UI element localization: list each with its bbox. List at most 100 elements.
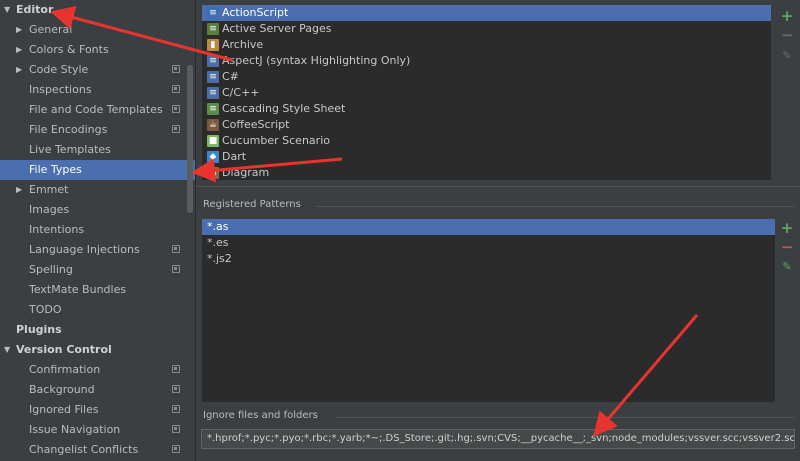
chevron-down-icon[interactable]: ▼	[4, 340, 10, 360]
sidebar-item-images[interactable]: Images	[0, 200, 195, 220]
sidebar-item-label: Live Templates	[29, 143, 111, 156]
file-type-name: C#	[222, 70, 239, 83]
sidebar-item-emmet[interactable]: ▶ Emmet	[0, 180, 195, 200]
sidebar-item-general[interactable]: ▶ General	[0, 20, 195, 40]
cpp-icon: ≡	[207, 87, 219, 99]
project-scope-icon	[172, 65, 180, 73]
cucumber-icon: ■	[207, 135, 219, 147]
sidebar-item-todo[interactable]: TODO	[0, 300, 195, 320]
file-type-name: Cascading Style Sheet	[222, 102, 346, 115]
add-pattern-button[interactable]: +	[780, 221, 794, 236]
project-scope-icon	[172, 445, 180, 453]
sidebar-item-label: Emmet	[29, 183, 69, 196]
sidebar-item-label: Inspections	[29, 83, 92, 96]
sidebar-item-label: Confirmation	[29, 363, 101, 376]
sidebar-item-live-templates[interactable]: Live Templates	[0, 140, 195, 160]
sidebar-item-textmate-bundles[interactable]: TextMate Bundles	[0, 280, 195, 300]
sidebar-item-label: Language Injections	[29, 243, 140, 256]
sidebar-item-colors-fonts[interactable]: ▶ Colors & Fonts	[0, 40, 195, 60]
file-type-row[interactable]: ≡ Active Server Pages	[202, 21, 771, 37]
sidebar-item-label: Editor	[16, 3, 54, 16]
sidebar-item-plugins[interactable]: Plugins	[0, 320, 195, 340]
sidebar-item-confirmation[interactable]: Confirmation	[0, 360, 195, 380]
divider	[196, 186, 800, 187]
sidebar-item-changelist-conflicts[interactable]: Changelist Conflicts	[0, 440, 195, 460]
sidebar-item-label: Version Control	[16, 343, 112, 356]
file-type-name: Active Server Pages	[222, 22, 332, 35]
sidebar-item-file-types[interactable]: File Types	[0, 160, 195, 180]
project-scope-icon	[172, 125, 180, 133]
edit-file-type-button[interactable]: ✎	[780, 49, 794, 63]
sidebar-item-spelling[interactable]: Spelling	[0, 260, 195, 280]
sidebar-item-language-injections[interactable]: Language Injections	[0, 240, 195, 260]
sidebar-item-label: File Encodings	[29, 123, 108, 136]
ignore-files-input[interactable]: *.hprof;*.pyc;*.pyo;*.rbc;*.yarb;*~;.DS_…	[201, 429, 795, 449]
diagram-icon: ⊞	[207, 167, 219, 179]
sidebar-item-label: Intentions	[29, 223, 85, 236]
file-type-name: Archive	[222, 38, 264, 51]
sidebar-item-code-style[interactable]: ▶ Code Style	[0, 60, 195, 80]
recognized-file-types-list: ≡ ActionScript ≡ Active Server Pages ▮ Archiv…	[202, 5, 771, 180]
file-type-row[interactable]: ≡ AspectJ (syntax Highlighting Only)	[202, 53, 771, 69]
sidebar-item-issue-navigation[interactable]: Issue Navigation	[0, 420, 195, 440]
coffeescript-icon: ☕	[207, 119, 219, 131]
file-type-row[interactable]: ☕ CoffeeScript	[202, 117, 771, 133]
csharp-icon: ≡	[207, 71, 219, 83]
sidebar-item-intentions[interactable]: Intentions	[0, 220, 195, 240]
sidebar-item-label: File and Code Templates	[29, 103, 163, 116]
project-scope-icon	[172, 245, 180, 253]
sidebar-item-label: General	[29, 23, 73, 36]
file-type-name: Cucumber Scenario	[222, 134, 330, 147]
remove-file-type-button[interactable]: −	[780, 28, 794, 43]
file-type-row[interactable]: ⊞ Diagram	[202, 165, 771, 180]
pattern-row[interactable]: *.js2	[202, 251, 775, 267]
sidebar-item-ignored-files[interactable]: Ignored Files	[0, 400, 195, 420]
sidebar-item-label: Ignored Files	[29, 403, 99, 416]
file-types-panel: ≡ ActionScript ≡ Active Server Pages ▮ Archiv…	[196, 0, 800, 461]
sidebar-item-inspections[interactable]: Inspections	[0, 80, 195, 100]
file-type-name: AspectJ (syntax Highlighting Only)	[222, 54, 411, 67]
aspectj-icon: ≡	[207, 55, 219, 67]
sidebar-item-editor[interactable]: ▼ Editor	[0, 0, 195, 20]
add-file-type-button[interactable]: +	[780, 9, 794, 24]
settings-tree: ▼ Editor ▶ General ▶ Colors & Fonts ▶ Code Styl…	[0, 0, 196, 461]
project-scope-icon	[172, 85, 180, 93]
file-type-row[interactable]: ≡ Cascading Style Sheet	[202, 101, 771, 117]
pattern-row[interactable]: *.as	[202, 219, 775, 235]
edit-pattern-button[interactable]: ✎	[780, 260, 794, 274]
sidebar-item-label: Spelling	[29, 263, 73, 276]
file-type-name: ActionScript	[222, 6, 289, 19]
remove-pattern-button[interactable]: −	[780, 240, 794, 255]
project-scope-icon	[172, 105, 180, 113]
file-type-name: CoffeeScript	[222, 118, 290, 131]
sidebar-item-label: TextMate Bundles	[29, 283, 127, 296]
sidebar-item-version-control[interactable]: ▼ Version Control	[0, 340, 195, 360]
chevron-right-icon[interactable]: ▶	[16, 60, 22, 80]
file-type-row[interactable]: ≡ C/C++	[202, 85, 771, 101]
file-type-row[interactable]: ▮ Archive	[202, 37, 771, 53]
chevron-right-icon[interactable]: ▶	[16, 40, 22, 60]
chevron-right-icon[interactable]: ▶	[16, 20, 22, 40]
file-type-row[interactable]: ≡ ActionScript	[202, 5, 771, 21]
sidebar-item-label: Background	[29, 383, 95, 396]
registered-patterns-label: Registered Patterns	[203, 199, 301, 210]
file-type-row[interactable]: ≡ C#	[202, 69, 771, 85]
sidebar-item-background[interactable]: Background	[0, 380, 195, 400]
sidebar-item-file-and-code-templates[interactable]: File and Code Templates	[0, 100, 195, 120]
file-type-row[interactable]: ◆ Dart	[202, 149, 771, 165]
sidebar-item-label: TODO	[29, 303, 62, 316]
asp-icon: ≡	[207, 23, 219, 35]
ignore-files-label: Ignore files and folders	[203, 410, 318, 421]
file-type-row[interactable]: ■ Cucumber Scenario	[202, 133, 771, 149]
sidebar-scrollbar[interactable]	[187, 65, 193, 213]
sidebar-item-label: File Types	[29, 163, 82, 176]
chevron-down-icon[interactable]: ▼	[4, 0, 10, 20]
file-type-name: C/C++	[222, 86, 260, 99]
file-type-name: Dart	[222, 150, 247, 163]
actionscript-icon: ≡	[207, 7, 219, 19]
sidebar-item-label: Colors & Fonts	[29, 43, 109, 56]
sidebar-item-label: Images	[29, 203, 70, 216]
chevron-right-icon[interactable]: ▶	[16, 180, 22, 200]
pattern-row[interactable]: *.es	[202, 235, 775, 251]
sidebar-item-file-encodings[interactable]: File Encodings	[0, 120, 195, 140]
